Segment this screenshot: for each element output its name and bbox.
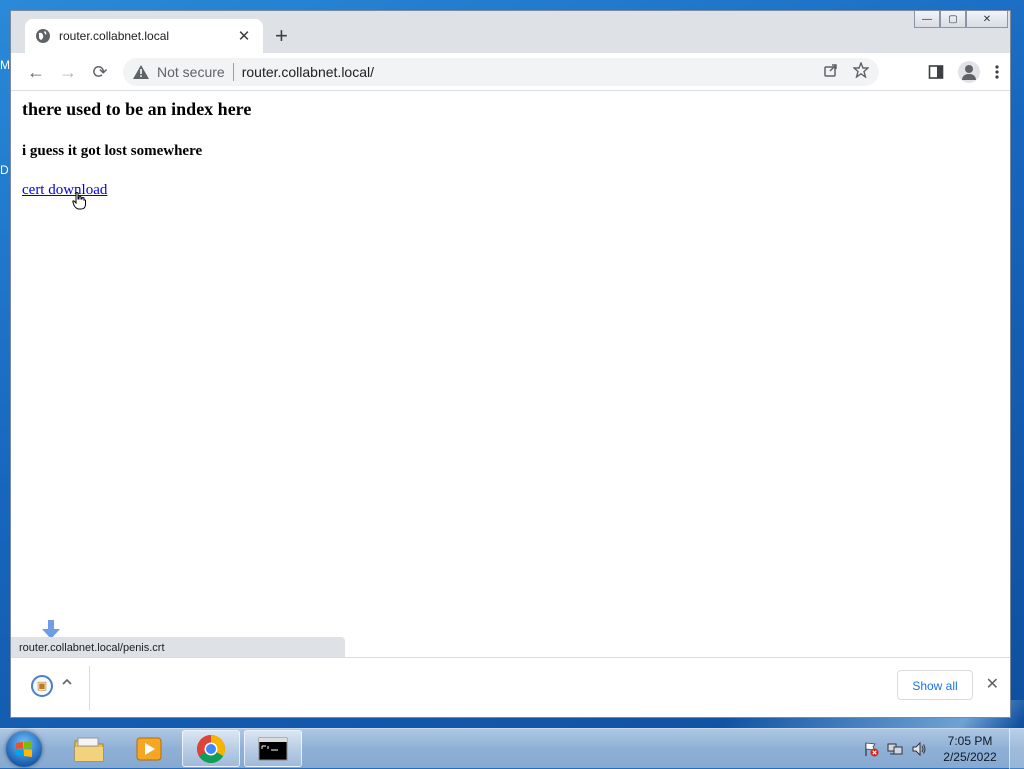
security-status-label[interactable]: Not secure xyxy=(157,64,225,80)
network-icon[interactable] xyxy=(887,741,903,757)
side-panel-icon[interactable] xyxy=(928,64,944,80)
profile-avatar-icon[interactable] xyxy=(958,61,980,83)
taskbar: 7:05 PM 2/25/2022 xyxy=(0,728,1024,769)
action-center-flag-icon[interactable] xyxy=(863,741,879,757)
warning-icon[interactable] xyxy=(133,65,149,79)
clock-date: 2/25/2022 xyxy=(943,750,997,764)
window-controls: — ▢ ✕ xyxy=(914,11,1008,28)
minimize-button[interactable]: — xyxy=(914,11,940,28)
page-subheading: i guess it got lost somewhere xyxy=(22,143,203,159)
folder-icon xyxy=(74,737,104,761)
shelf-divider xyxy=(89,666,90,710)
address-bar[interactable]: Not secure router.collabnet.local/ xyxy=(123,58,879,86)
start-button[interactable] xyxy=(6,731,42,767)
page-content: there used to be an index here i guess i… xyxy=(11,91,1010,659)
tab-close-icon[interactable]: ✕ xyxy=(235,27,253,45)
back-button[interactable]: ← xyxy=(25,61,47,83)
chevron-up-icon[interactable] xyxy=(61,676,73,688)
browser-toolbar: ← → ⟳ Not secure router.collabnet.local/ xyxy=(11,53,1010,91)
forward-button[interactable]: → xyxy=(57,61,79,83)
toolbar-right-actions xyxy=(928,61,1000,83)
bookmark-star-icon[interactable] xyxy=(853,62,869,78)
hand-cursor-icon xyxy=(72,192,86,210)
taskbar-file-explorer[interactable] xyxy=(60,730,118,767)
status-bar-url: router.collabnet.local/penis.crt xyxy=(11,637,345,659)
reload-button[interactable]: ⟳ xyxy=(89,61,111,83)
address-separator xyxy=(232,63,234,81)
browser-window: router.collabnet.local ✕ + — ▢ ✕ ← → ⟳ N… xyxy=(10,10,1011,718)
volume-icon[interactable] xyxy=(911,741,927,757)
share-icon[interactable] xyxy=(823,62,839,78)
windows-logo-icon xyxy=(16,740,32,757)
browser-tab[interactable]: router.collabnet.local ✕ xyxy=(25,19,263,53)
clock-time: 7:05 PM xyxy=(947,734,993,748)
more-menu-icon[interactable] xyxy=(994,64,1000,80)
command-prompt-icon xyxy=(258,737,288,760)
desktop-icon-label-fragment: D xyxy=(0,163,9,177)
chrome-icon xyxy=(197,734,225,763)
system-tray: 7:05 PM 2/25/2022 xyxy=(863,729,1024,769)
taskbar-media-player[interactable] xyxy=(120,730,178,767)
page-heading: there used to be an index here xyxy=(22,99,252,119)
tab-strip: router.collabnet.local ✕ + — ▢ ✕ xyxy=(11,11,1010,53)
tab-title: router.collabnet.local xyxy=(59,29,170,43)
window-close-button[interactable]: ✕ xyxy=(966,11,1008,28)
certificate-file-icon[interactable]: ▣ xyxy=(31,675,53,697)
taskbar-command-prompt[interactable] xyxy=(244,730,302,767)
show-all-button[interactable]: Show all xyxy=(897,670,973,700)
desktop-icon-label-fragment: M xyxy=(0,58,10,72)
taskbar-chrome[interactable] xyxy=(182,730,240,767)
address-bar-actions xyxy=(823,62,869,78)
cert-download-link[interactable]: cert download xyxy=(22,182,107,199)
globe-icon xyxy=(36,29,50,43)
maximize-button[interactable]: ▢ xyxy=(940,11,966,28)
close-shelf-icon[interactable]: ✕ xyxy=(986,674,999,694)
new-tab-button[interactable]: + xyxy=(275,25,288,47)
url-text[interactable]: router.collabnet.local/ xyxy=(242,64,374,80)
system-clock[interactable]: 7:05 PM 2/25/2022 xyxy=(935,733,1005,765)
show-desktop-button[interactable] xyxy=(1009,729,1024,769)
media-player-icon xyxy=(136,737,162,760)
download-shelf: ▣ Show all ✕ xyxy=(11,657,1010,717)
